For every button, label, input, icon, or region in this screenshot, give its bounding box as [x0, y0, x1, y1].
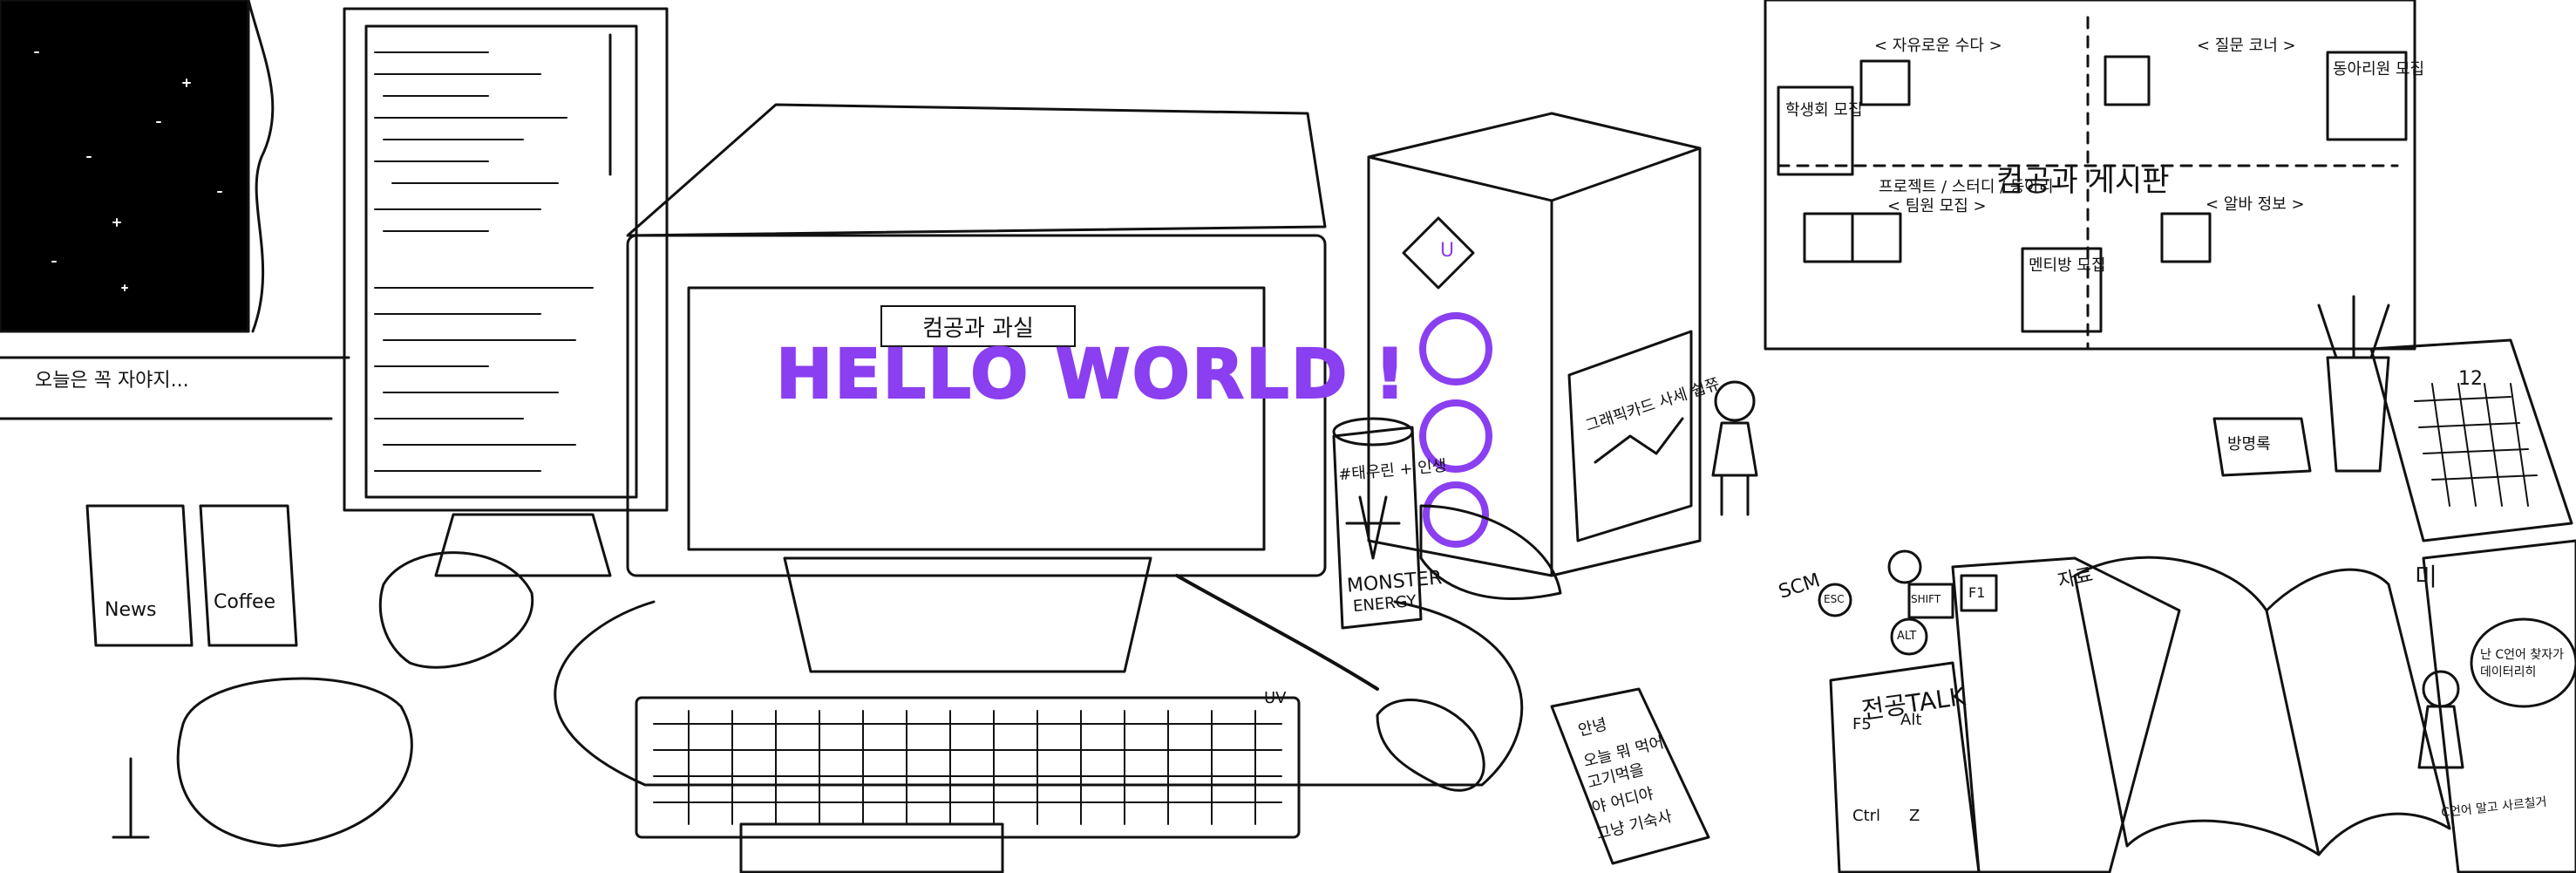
- bearded-person: [2422, 670, 2460, 708]
- side-monitor: [343, 7, 669, 512]
- note-club-text: 동아리원 모집: [2333, 60, 2425, 78]
- earbuds-case-icon: [378, 551, 534, 669]
- guestbook-label: 방명록: [2227, 435, 2271, 454]
- board-team-label: < 팀원 모집 >: [1887, 197, 1987, 215]
- pc-tower: [1367, 112, 1702, 577]
- coffee-stall: [199, 504, 298, 647]
- hello-world-text: HELLO WORLD !: [775, 335, 1408, 415]
- tower-logo-icon: U: [1440, 240, 1455, 262]
- note-mentee-text: 멘티방 모집: [2029, 256, 2106, 275]
- news-label: News: [105, 599, 157, 621]
- desk-illustration: 오늘은 꼭 자야지... 컴공과 과실 HELLO WORLD ! UV U 그…: [0, 0, 2576, 873]
- keyboard: [635, 696, 1301, 839]
- scroll-tab-3: 미: [2415, 563, 2437, 591]
- alt-key-label: ALT: [1897, 630, 1917, 643]
- headphones-icon: [176, 677, 413, 848]
- book-key-4: Z: [1909, 807, 1920, 825]
- book-key-1: F5: [1852, 715, 1872, 733]
- speech-text: 난 C언어 찾자가 데이터리히: [2480, 648, 2564, 679]
- book-key-3: Ctrl: [1852, 807, 1881, 825]
- book-stack: [1951, 556, 2181, 873]
- news-stall: [85, 504, 194, 647]
- wrist-pad: [739, 822, 1004, 873]
- small-person: [1714, 380, 1756, 422]
- curtain: [247, 0, 275, 333]
- coffee-label: Coffee: [214, 591, 276, 613]
- f1-key-label: F1: [1968, 584, 1986, 601]
- open-book: [2073, 556, 2321, 856]
- window-caption: 오늘은 꼭 자야지...: [35, 370, 189, 392]
- book-key-2: Alt: [1900, 711, 1922, 729]
- note-student-council-text: 학생회 모집: [1785, 101, 1863, 119]
- keyboard-keys: [653, 710, 1282, 825]
- board-section-jobs: < 알바 정보 >: [2206, 195, 2305, 214]
- monitor-brand: UV: [1264, 689, 1287, 707]
- main-monitor-back: [626, 103, 1327, 237]
- calendar-day: 12: [2458, 368, 2483, 390]
- mouse-icon: [1376, 699, 1485, 792]
- board-section-qna: < 질문 코너 >: [2197, 37, 2296, 55]
- night-window: [0, 0, 250, 333]
- board-section-free: < 자유로운 수다 >: [1874, 37, 2002, 55]
- esc-key-label: ESC: [1824, 593, 1845, 605]
- desk-scene: [0, 0, 2576, 873]
- shift-key-label: SHIFT: [1911, 593, 1941, 605]
